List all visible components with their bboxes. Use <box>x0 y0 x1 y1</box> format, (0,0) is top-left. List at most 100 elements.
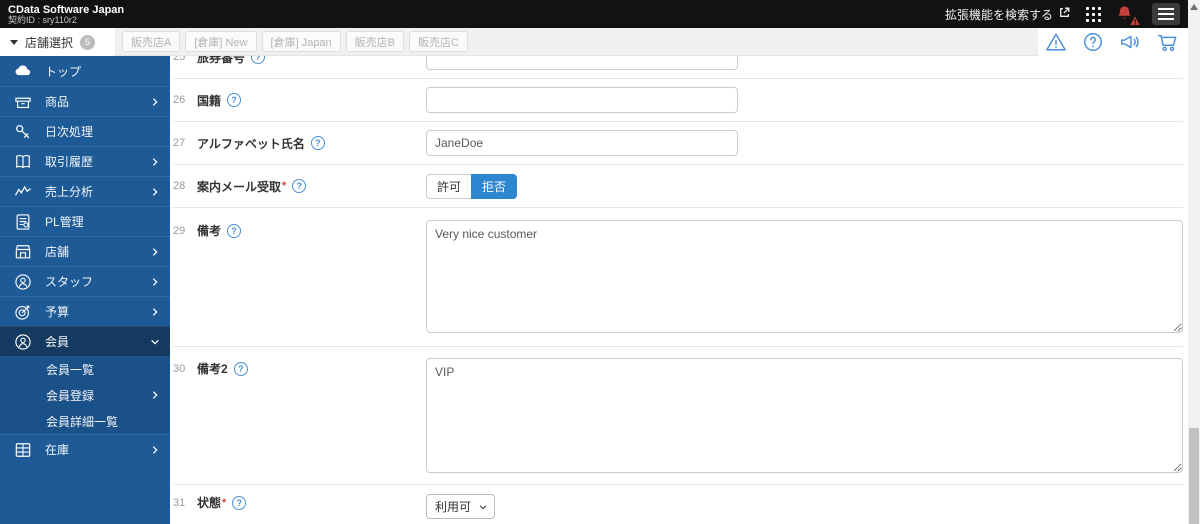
field-label: 備考 <box>197 224 222 238</box>
utility-icons <box>1038 28 1188 56</box>
sidebar-item-transactions[interactable]: 取引履歴 <box>0 146 170 176</box>
warning-icon[interactable] <box>1045 31 1067 53</box>
sidebar-item-inventory[interactable]: 在庫 <box>0 434 170 464</box>
extension-search-label: 拡張機能を検索する <box>944 7 1053 22</box>
nationality-input[interactable] <box>426 87 738 113</box>
scrollbar-thumb[interactable] <box>1189 428 1199 524</box>
sidebar-subitem-label: 会員一覧 <box>46 362 95 377</box>
external-link-icon <box>1058 6 1071 22</box>
row-number: 30 <box>173 362 186 375</box>
status-select[interactable]: 利用可 <box>426 494 496 519</box>
store-tabs: 販売店A [倉庫] New [倉庫] Japan 販売店B 販売店C <box>115 28 1038 56</box>
help-icon[interactable]: ? <box>292 179 307 193</box>
cloud-icon <box>15 65 31 76</box>
help-circle-icon[interactable] <box>1082 31 1104 53</box>
sidebar-item-stores[interactable]: 店舗 <box>0 236 170 266</box>
chevron-right-icon <box>152 187 158 196</box>
cart-icon[interactable] <box>1156 31 1178 53</box>
deny-button[interactable]: 拒否 <box>471 173 518 199</box>
mail-optin-toggle: 許可 拒否 <box>426 173 518 199</box>
row-number: 28 <box>173 180 186 192</box>
sidebar-item-sales-analysis[interactable]: 売上分析 <box>0 176 170 206</box>
sidebar-item-daily-process[interactable]: 日次処理 <box>0 116 170 146</box>
sidebar-item-products[interactable]: 商品 <box>0 86 170 116</box>
store-tab[interactable]: [倉庫] Japan <box>261 31 341 52</box>
members-submenu: 会員一覧 会員登録 会員詳細一覧 <box>0 356 170 434</box>
row-number: 27 <box>173 137 186 149</box>
sidebar-subitem-label: 会員詳細一覧 <box>46 414 119 429</box>
help-icon[interactable]: ? <box>232 495 247 510</box>
store-tab[interactable]: 販売店B <box>345 31 405 52</box>
store-tab[interactable]: 販売店C <box>409 31 468 52</box>
menu-icon[interactable] <box>1152 3 1180 25</box>
store-tab[interactable]: 販売店A <box>122 31 181 52</box>
row-number: 31 <box>173 496 186 509</box>
top-app-bar: CData Software Japan 契約ID : sry110r2 拡張機… <box>0 0 1188 28</box>
sidebar-item-pl-management[interactable]: PL管理 <box>0 206 170 236</box>
sidebar-item-staff[interactable]: スタッフ <box>0 266 170 296</box>
passport-number-input[interactable] <box>426 56 738 70</box>
person-circle-icon <box>15 333 31 350</box>
sidebar-item-label: PL管理 <box>45 215 84 229</box>
chevron-down-icon <box>479 504 487 510</box>
form-row-alphabet-name: 27 アルファベット氏名 ? <box>173 122 1183 165</box>
sidebar-subitem-member-list[interactable]: 会員一覧 <box>0 356 170 382</box>
sidebar-subitem-member-detail-list[interactable]: 会員詳細一覧 <box>0 408 170 434</box>
report-icon <box>16 213 30 230</box>
field-label: アルファベット氏名 <box>197 136 305 151</box>
store-tab[interactable]: [倉庫] New <box>185 31 257 52</box>
help-icon[interactable]: ? <box>310 136 325 150</box>
sidebar-item-top[interactable]: トップ <box>0 56 170 86</box>
chevron-down-icon <box>151 339 159 345</box>
notification-bell-icon[interactable] <box>1116 4 1141 26</box>
chevron-right-icon <box>152 97 158 106</box>
target-icon <box>15 305 30 320</box>
sidebar-subitem-member-register[interactable]: 会員登録 <box>0 382 170 408</box>
field-label: 案内メール受取 <box>197 179 282 194</box>
form-row-passport: 25 旅券番号 ? <box>173 56 1183 79</box>
scroll-up-icon[interactable] <box>1190 4 1198 10</box>
field-label: 旅券番号 <box>197 56 246 65</box>
sidebar-item-budget[interactable]: 予算 <box>0 296 170 326</box>
required-mark: * <box>282 180 287 192</box>
contract-id: 契約ID : sry110r2 <box>8 14 77 25</box>
sidebar-item-label: トップ <box>45 64 82 79</box>
field-label: 備考2 <box>197 362 228 376</box>
help-icon[interactable]: ? <box>227 223 242 238</box>
form-row-nationality: 26 国籍 ? <box>173 79 1183 122</box>
chevron-right-icon <box>152 307 158 316</box>
field-label: 国籍 <box>197 93 222 108</box>
apps-grid-icon[interactable] <box>1085 6 1102 23</box>
status-select-value: 利用可 <box>435 500 472 514</box>
sidebar-item-members[interactable]: 会員 <box>0 326 170 356</box>
store-icon <box>15 244 31 258</box>
person-circle-icon <box>15 273 31 290</box>
alert-badge-icon <box>1129 15 1141 26</box>
sidebar-nav: トップ 商品 日次処理 取引履歴 売上分析 PL管理 店舗 スタッフ 予算 会員… <box>0 56 170 524</box>
sidebar-item-label: 予算 <box>45 305 70 319</box>
notes-textarea[interactable]: Very nice customer <box>426 220 1183 333</box>
form-row-notes2: 30 備考2 ? VIP <box>173 347 1183 485</box>
scrollbar[interactable] <box>1188 0 1200 524</box>
row-number: 25 <box>173 56 186 63</box>
sidebar-item-label: 日次処理 <box>45 125 94 139</box>
help-icon[interactable]: ? <box>251 56 266 64</box>
form-row-notes: 29 備考 ? Very nice customer <box>173 208 1183 347</box>
sidebar-item-label: 会員 <box>45 335 70 349</box>
notes2-textarea[interactable]: VIP <box>426 358 1183 473</box>
store-count-badge: 5 <box>80 34 96 50</box>
help-icon[interactable]: ? <box>233 361 248 376</box>
field-label: 状態 <box>197 496 222 510</box>
chevron-right-icon <box>152 277 158 286</box>
brand-block: CData Software Japan 契約ID : sry110r2 <box>8 3 124 26</box>
alphabet-name-input[interactable] <box>426 130 738 156</box>
allow-button[interactable]: 許可 <box>426 173 472 199</box>
chevron-right-icon <box>152 247 158 256</box>
form-row-status: 31 状態 * ? 利用可 <box>173 485 1183 524</box>
sidebar-item-label: 在庫 <box>45 443 70 457</box>
extension-search-link[interactable]: 拡張機能を検索する <box>945 6 1071 23</box>
dropdown-caret-icon <box>10 39 18 45</box>
store-selector[interactable]: 店舗選択 5 <box>0 28 115 56</box>
announcement-icon[interactable] <box>1119 31 1141 53</box>
help-icon[interactable]: ? <box>227 93 242 107</box>
